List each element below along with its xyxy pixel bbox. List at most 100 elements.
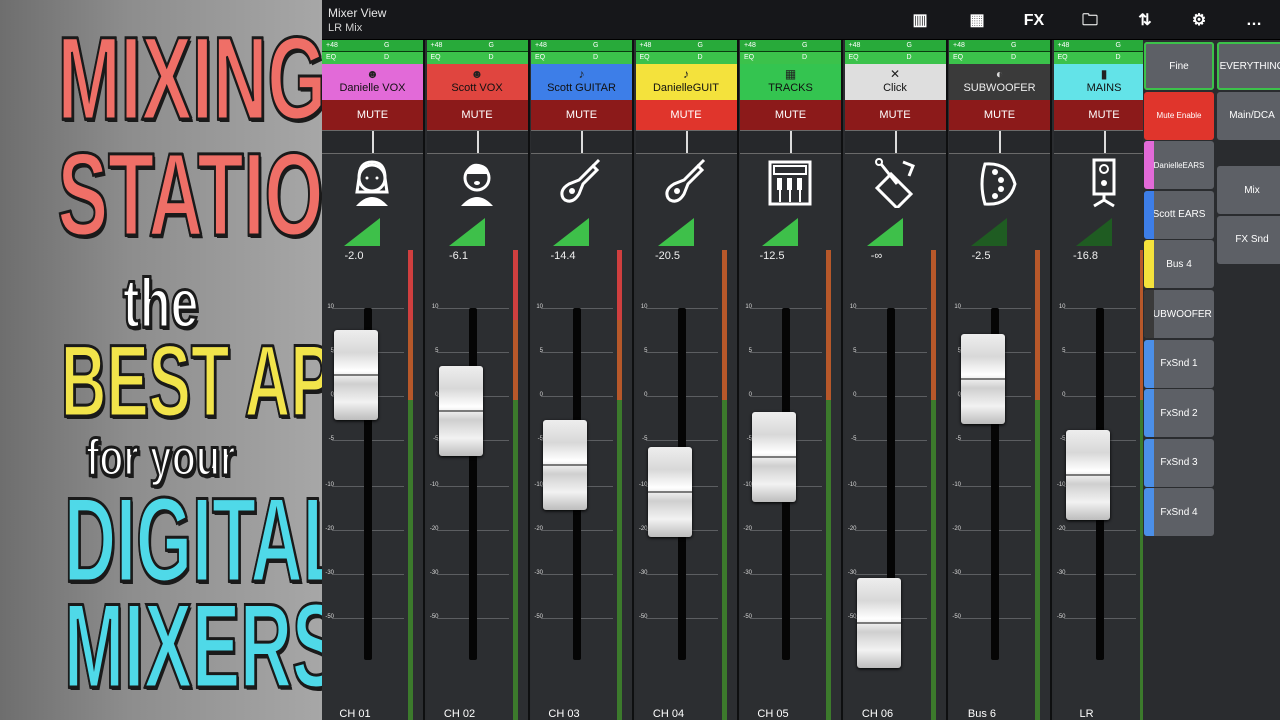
scale-label: -10	[325, 482, 334, 488]
side-button-bus-4[interactable]: Bus 4	[1144, 240, 1214, 289]
fader-track	[468, 308, 477, 660]
scale-label: -30	[1056, 570, 1066, 576]
scale-label: -5	[642, 436, 648, 442]
scale-label: 0	[644, 392, 648, 398]
meter-green	[1035, 400, 1040, 720]
scale-label: 5	[539, 348, 543, 354]
fader-knob[interactable]	[961, 334, 1005, 424]
side-button-label: Bus 4	[1166, 258, 1192, 270]
scale-label: 0	[957, 392, 961, 398]
channel-id-label: CH 03	[548, 708, 580, 720]
side-button-fx-snd[interactable]: FX Snd•	[1217, 215, 1280, 264]
side-button-label: Fine	[1169, 60, 1189, 72]
scale-label: 5	[748, 348, 752, 354]
channel-id-label: Bus 6	[967, 708, 997, 720]
level-meter	[930, 250, 936, 720]
side-button-danielleears[interactable]: DanielleEARS	[1144, 141, 1214, 190]
level-meter	[617, 250, 622, 720]
scale-label: 5	[644, 348, 648, 354]
scale-label: -10	[1056, 482, 1066, 488]
side-button-main-dca[interactable]: Main/DCA	[1217, 91, 1280, 140]
scale-label: -5	[955, 436, 961, 442]
side-button-label: SUBWOOFER	[1146, 308, 1212, 320]
fader-knob[interactable]	[438, 366, 483, 456]
scale-label: 5	[330, 348, 334, 354]
fader-knob[interactable]	[647, 447, 692, 537]
side-button-mute-enable[interactable]: Mute Enable	[1144, 91, 1214, 140]
side-button-label: FxSnd 4	[1160, 506, 1198, 518]
scale-label: 10	[849, 304, 857, 310]
fader-knob[interactable]	[334, 330, 378, 420]
gear-button[interactable]: ⚙	[1184, 8, 1214, 34]
fader-knob[interactable]	[752, 412, 796, 502]
channel-strip: +48 G EQ D ▮ MAINS MUTE -16.8 10 5 0 -5 -10 -20 -30 -50…	[1053, 40, 1157, 720]
folder-button[interactable]: 🗀	[1075, 8, 1105, 34]
scale-label: 10	[1058, 304, 1066, 310]
scale-label: -30	[847, 570, 857, 576]
side-button-fxsnd-1[interactable]: FxSnd 1	[1144, 339, 1214, 388]
side-button-fxsnd-4[interactable]: FxSnd 4	[1144, 488, 1214, 537]
channel-id-label: LR	[1079, 708, 1094, 720]
side-button-mix[interactable]: Mix•	[1217, 166, 1280, 214]
color-stripe	[1144, 141, 1154, 190]
color-stripe	[1144, 389, 1154, 438]
channel-strip: +48 G EQ D ☻ Danielle VOX MUTE -2.0 10 5 0 -5 -10 -20…	[322, 40, 425, 720]
channel-id-label: CH 06	[861, 708, 894, 720]
level-meter	[721, 250, 727, 720]
scale-label: 5	[957, 348, 961, 354]
scale-label: 10	[431, 304, 439, 310]
swap-button[interactable]: ⇅	[1130, 8, 1160, 34]
scale-label: -50	[847, 614, 857, 620]
channel-strips: +48 G EQ D ☻ Danielle VOX MUTE -2.0 10 5 0 -5 -10 -20…	[322, 40, 1157, 720]
scale-label: 10	[327, 304, 334, 310]
more-button[interactable]: …	[1239, 8, 1269, 34]
mixer-app: Mixer View LR Mix ▥ ▦ FX 🗀 ⇅ ⚙… +48 G EQ D ☻ Danie…	[322, 0, 1280, 720]
scale-label: -5	[1060, 436, 1066, 442]
scale-label: 0	[435, 392, 439, 398]
meter-green	[930, 400, 936, 720]
view-title: Mixer View	[328, 6, 387, 20]
scale-label: -5	[746, 436, 752, 442]
fader-knob[interactable]	[856, 578, 901, 668]
meter-green	[721, 400, 727, 720]
scale-label: 5	[435, 348, 439, 354]
title-station: STATION	[57, 129, 322, 261]
scale-label: -5	[851, 436, 857, 442]
title-mixers: MIXERS	[63, 579, 322, 713]
channel-strip: +48 G EQ D ☻ Scott VOX MUTE -6.1 10 5 0 -5 -10 -20 -30…	[426, 40, 530, 720]
side-button-scott-ears[interactable]: Scott EARS	[1144, 190, 1214, 239]
scale-label: -10	[743, 482, 752, 488]
scale-label: -30	[743, 570, 752, 576]
scale-label: -20	[534, 526, 543, 532]
scale-label: -50	[429, 614, 439, 620]
thumbnail-title-panel: MIXING STATION the BEST APP for your DIG…	[0, 0, 322, 720]
bar-chart-button[interactable]: ▥	[905, 8, 935, 34]
mix-subtitle[interactable]: LR Mix	[328, 22, 362, 34]
scale-label: -30	[638, 570, 648, 576]
fader-knob[interactable]	[543, 420, 587, 510]
side-button-fine[interactable]: Fine	[1144, 42, 1214, 90]
meter-green	[408, 400, 413, 720]
scale-label: -20	[325, 526, 334, 532]
gear-icon: ⚙	[1191, 12, 1207, 29]
meter-orange	[1035, 250, 1040, 400]
side-button-label: FX Snd	[1235, 234, 1269, 246]
scale-label: -5	[433, 436, 439, 442]
color-stripe	[1144, 438, 1154, 487]
scale-label: -5	[328, 436, 334, 442]
side-button-fxsnd-2[interactable]: FxSnd 2	[1144, 389, 1214, 438]
title-mixing: MIXING	[57, 13, 322, 145]
channel-id-label: CH 05	[757, 708, 789, 720]
fader-knob[interactable]	[1065, 430, 1110, 520]
side-button-label: Scott EARS	[1152, 209, 1206, 221]
grid-button[interactable]: ▦	[962, 8, 992, 34]
scale-label: 5	[853, 348, 857, 354]
channel-strip: +48 G EQ D ▦ TRACKS MUTE -12.5 10 5 0 -5 -10 -20 -30 -5…	[740, 40, 843, 720]
fx-button[interactable]: FX	[1019, 8, 1049, 34]
side-button-fxsnd-3[interactable]: FxSnd 3	[1144, 438, 1214, 487]
scale-label: -20	[743, 526, 752, 532]
side-button-everything[interactable]: EVERYTHING	[1217, 42, 1280, 90]
channel-id-label: CH 02	[443, 708, 476, 720]
side-button-subwoofer[interactable]: SUBWOOFER	[1144, 290, 1214, 338]
scale-label: -5	[537, 436, 543, 442]
